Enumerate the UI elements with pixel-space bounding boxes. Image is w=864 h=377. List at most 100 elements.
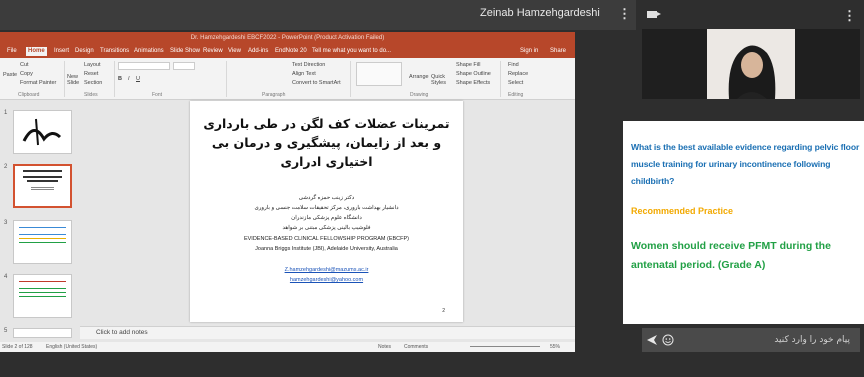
shapes-gallery[interactable]: [356, 62, 402, 86]
slide-thumb-5[interactable]: [13, 328, 72, 338]
thumb-text-line: [19, 296, 66, 297]
chat-bar: پیام خود را وارد کنید: [642, 328, 860, 352]
slide-thumb-3[interactable]: [13, 220, 72, 264]
share-button[interactable]: Share: [548, 47, 568, 56]
thumb-text-line: [19, 292, 66, 293]
tab-design[interactable]: Design: [73, 47, 96, 56]
section-button[interactable]: Section: [84, 80, 102, 86]
shape-effects-button[interactable]: Shape Effects: [456, 80, 490, 86]
notes-pane[interactable]: Click to add notes: [80, 326, 575, 339]
align-text-button[interactable]: Align Text: [292, 71, 316, 77]
tab-file[interactable]: File: [5, 47, 19, 56]
thumb-text-line: [23, 170, 62, 172]
ribbon-separator: [114, 61, 115, 97]
italic-icon[interactable]: I: [128, 76, 130, 82]
slide-affiliation-3: فلوشیپ بالینی پزشکی مبتنی بر شواهد: [282, 225, 371, 231]
slide-thumb-2[interactable]: [13, 164, 72, 208]
thumb-number: 3: [4, 220, 8, 226]
font-name-select[interactable]: [118, 62, 170, 70]
tab-transitions[interactable]: Transitions: [98, 47, 131, 56]
reset-button[interactable]: Reset: [84, 71, 98, 77]
zoom-slider[interactable]: [470, 346, 540, 347]
zoom-level[interactable]: 55%: [550, 344, 560, 350]
tab-addins[interactable]: Add-ins: [246, 47, 270, 56]
share-more-icon[interactable]: ⋮: [618, 7, 631, 20]
tab-view[interactable]: View: [226, 47, 243, 56]
comments-toggle[interactable]: Comments: [404, 344, 428, 350]
slide-institute: Joanna Briggs Institute (JBI), Adelaide …: [255, 246, 398, 252]
select-button[interactable]: Select: [508, 80, 523, 86]
ribbon-separator: [64, 61, 65, 97]
presenter-name: Zeinab Hamzehgardeshi: [480, 7, 600, 19]
tell-me-box[interactable]: Tell me what you want to do...: [310, 47, 393, 56]
convert-smartart-button[interactable]: Convert to SmartArt: [292, 80, 341, 86]
find-button[interactable]: Find: [508, 62, 519, 68]
poll-answer: Women should receive PFMT during the ant…: [631, 240, 831, 271]
slide-thumb-4[interactable]: [13, 274, 72, 318]
arrange-button[interactable]: Arrange: [409, 74, 429, 80]
group-paragraph: Paragraph: [262, 92, 286, 98]
thumb-text-line: [19, 281, 66, 282]
group-editing: Editing: [508, 92, 524, 98]
thumb-text-line: [19, 238, 66, 239]
text-direction-button[interactable]: Text Direction: [292, 62, 325, 68]
ribbon-separator: [500, 61, 501, 97]
shape-fill-button[interactable]: Shape Fill: [456, 62, 480, 68]
poll-question: What is the best available evidence rega…: [631, 142, 860, 186]
camera-more-icon[interactable]: ⋮: [843, 9, 856, 22]
slide-email-2[interactable]: hamzehgardeshi@yahoo.com: [290, 277, 363, 283]
screen-share-header: Zeinab Hamzehgardeshi ⋮: [0, 0, 636, 30]
tab-animations[interactable]: Animations: [132, 47, 166, 56]
slide-affiliation-2: دانشگاه علوم پزشکی مازندران: [291, 215, 362, 221]
presenter-avatar: [707, 29, 795, 99]
notes-placeholder: Click to add notes: [96, 329, 148, 336]
emoji-icon[interactable]: [662, 334, 674, 346]
tab-home[interactable]: Home: [26, 47, 47, 56]
poll-heading: Recommended Practice: [631, 206, 734, 216]
bold-icon[interactable]: B: [118, 76, 122, 82]
thumb-text-line: [19, 234, 66, 235]
slide-thumbnails[interactable]: 1 2 3 4 5: [0, 102, 80, 352]
status-bar: Slide 2 of 128 English (United States) N…: [0, 342, 575, 352]
font-size-select[interactable]: [173, 62, 195, 70]
webcam-panel: [642, 29, 860, 99]
format-painter-button[interactable]: Format Painter: [20, 80, 56, 86]
webcam-video: [707, 29, 795, 99]
underline-icon[interactable]: U: [136, 76, 140, 82]
layout-button[interactable]: Layout: [84, 62, 101, 68]
ribbon-separator: [226, 61, 227, 97]
cut-button[interactable]: Cut: [20, 62, 29, 68]
copy-button[interactable]: Copy: [20, 71, 33, 77]
tab-slide-show[interactable]: Slide Show: [168, 47, 202, 56]
slide-page-number: 2: [442, 308, 445, 314]
thumb-number: 1: [4, 110, 8, 116]
calligraphy-image: [22, 118, 62, 146]
quick-styles-button[interactable]: Quick Styles: [431, 74, 447, 86]
slide-email-1[interactable]: Z.hamzehgardeshi@mazums.ac.ir: [285, 267, 369, 273]
current-slide[interactable]: تمرینات عضلات کف لگن در طی بارداری و بعد…: [190, 101, 463, 322]
new-slide-button[interactable]: New Slide: [67, 74, 81, 86]
camera-icon[interactable]: [647, 11, 661, 18]
group-font: Font: [152, 92, 163, 98]
tab-endnote[interactable]: EndNote 20: [273, 47, 309, 56]
notes-toggle[interactable]: Notes: [378, 344, 391, 350]
tab-review[interactable]: Review: [201, 47, 225, 56]
slide-affiliation-1: دانشیار بهداشت باروری، مرکز تحقیقات سلام…: [254, 205, 399, 211]
sign-in-link[interactable]: Sign in: [518, 47, 540, 56]
poll-card: What is the best available evidence rega…: [623, 121, 864, 324]
thumb-text-line: [19, 242, 66, 243]
thumb-text-line: [19, 227, 66, 228]
thumb-number: 2: [4, 164, 8, 170]
send-icon[interactable]: [646, 334, 658, 346]
paste-button[interactable]: Paste: [3, 72, 17, 78]
slide-title: تمرینات عضلات کف لگن در طی بارداری و بعد…: [203, 116, 450, 169]
chat-input[interactable]: پیام خود را وارد کنید: [676, 331, 856, 349]
shape-outline-button[interactable]: Shape Outline: [456, 71, 491, 77]
thumb-number: 4: [4, 274, 8, 280]
slide-counter: Slide 2 of 128: [2, 344, 33, 350]
group-slides: Slides: [84, 92, 98, 98]
replace-button[interactable]: Replace: [508, 71, 528, 77]
slide-thumb-1[interactable]: [13, 110, 72, 154]
tab-insert[interactable]: Insert: [52, 47, 71, 56]
thumb-text-line: [27, 180, 58, 182]
